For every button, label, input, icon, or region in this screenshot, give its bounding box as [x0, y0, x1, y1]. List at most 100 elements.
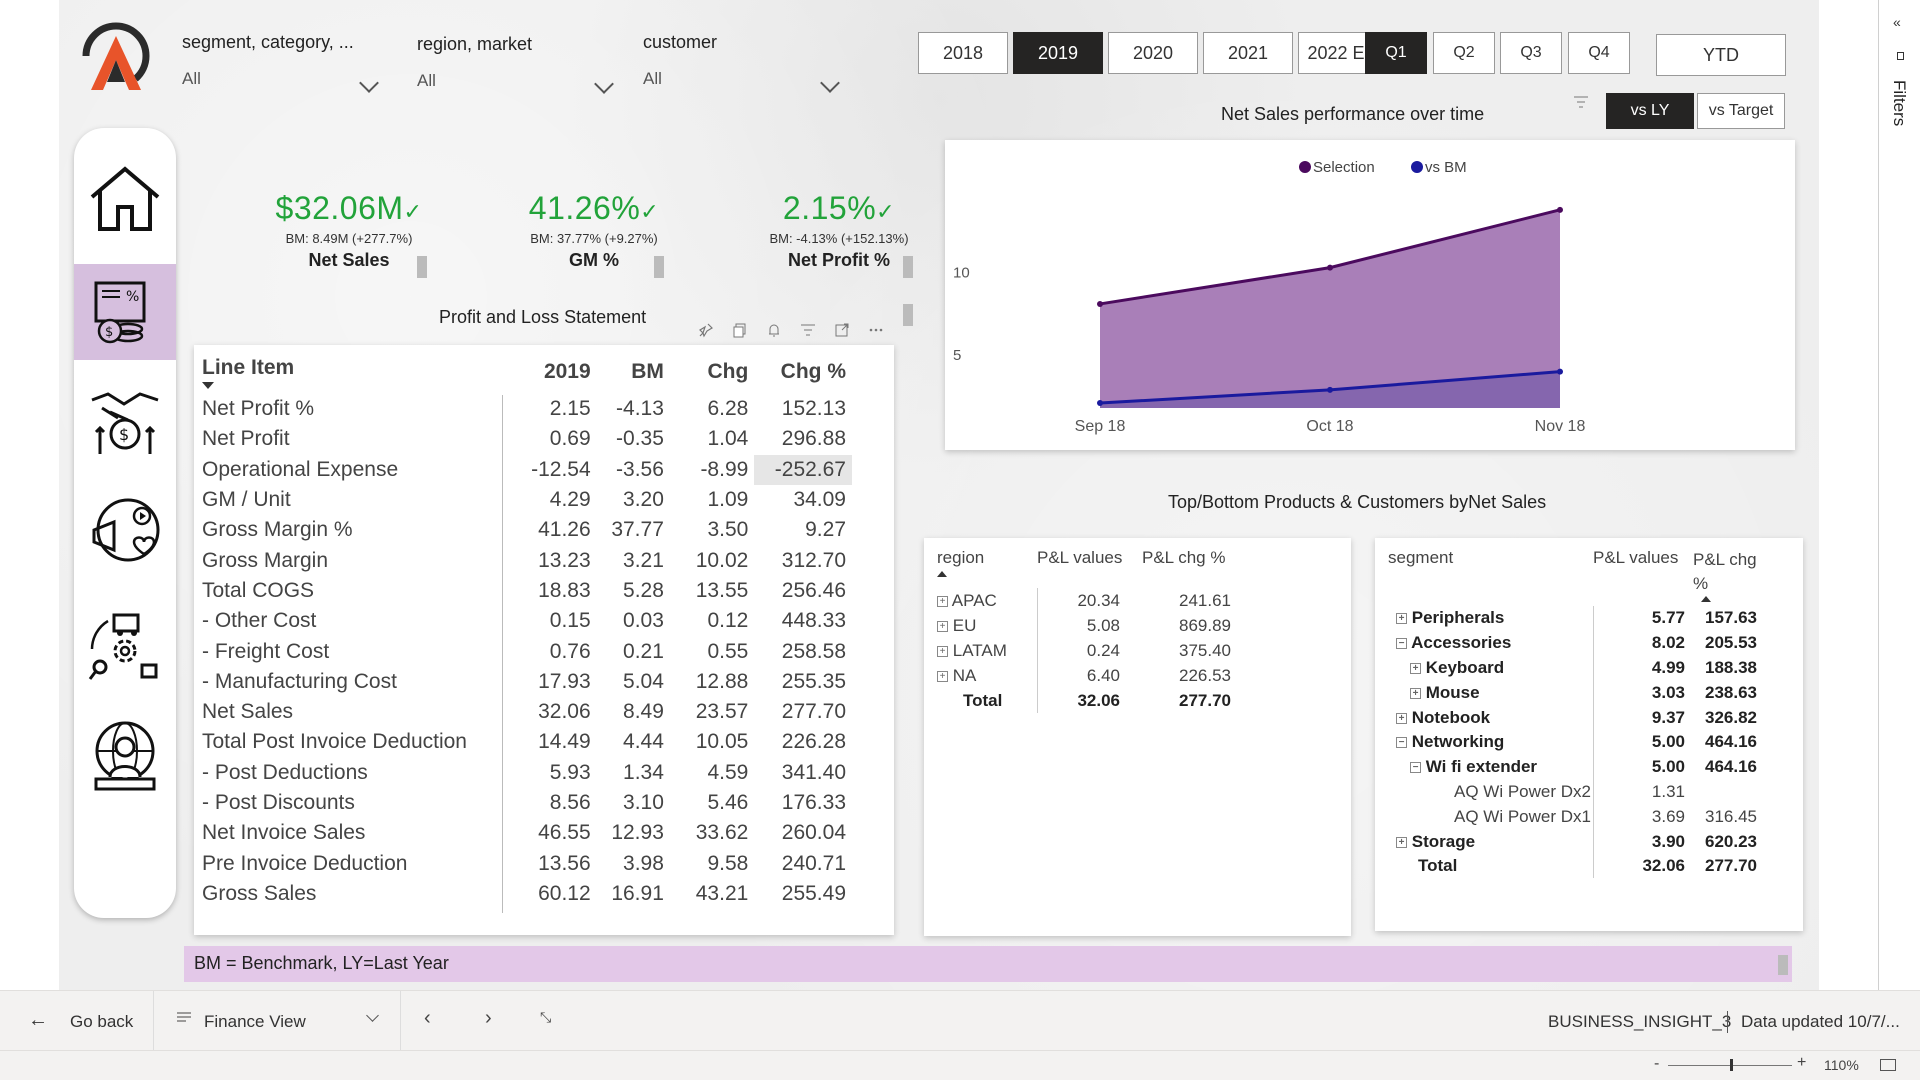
- quarter-button-q2[interactable]: Q2: [1433, 32, 1495, 74]
- chevron-down-icon[interactable]: [366, 1009, 379, 1022]
- pl-row[interactable]: - Freight Cost 0.76 0.21 0.55 258.58: [202, 636, 852, 666]
- segment-row[interactable]: + Peripherals 5.77 157.63: [1388, 606, 1763, 631]
- segment-row[interactable]: − Wi fi extender 5.00 464.16: [1388, 754, 1763, 780]
- pl-row[interactable]: - Other Cost 0.15 0.03 0.12 448.33: [202, 606, 852, 636]
- zoom-slider-thumb[interactable]: [1730, 1059, 1733, 1071]
- ytd-button[interactable]: YTD: [1656, 34, 1786, 76]
- zoom-out-icon[interactable]: -: [1654, 1055, 1659, 1073]
- collapse-icon[interactable]: −: [1410, 762, 1421, 774]
- collapse-icon[interactable]: −: [1396, 638, 1407, 650]
- pl-header-cell[interactable]: BM: [597, 350, 670, 394]
- nav-executive[interactable]: [74, 708, 176, 804]
- nav-marketing[interactable]: [74, 485, 176, 581]
- region-header-cell[interactable]: region: [937, 548, 1037, 588]
- segment-row[interactable]: − Accessories 8.02 205.53: [1388, 630, 1763, 656]
- region-header-cell[interactable]: P&L chg %: [1142, 548, 1237, 588]
- scroll-handle[interactable]: [654, 256, 664, 278]
- expand-icon[interactable]: +: [937, 670, 948, 682]
- filter-icon[interactable]: [796, 318, 820, 342]
- arrow-left-icon[interactable]: ←: [28, 1009, 48, 1032]
- chevron-down-icon[interactable]: [359, 73, 379, 93]
- pl-row[interactable]: - Post Deductions 5.93 1.34 4.59 341.40: [202, 758, 852, 788]
- pl-header-cell[interactable]: 2019: [500, 350, 597, 394]
- segment-header-cell[interactable]: segment: [1388, 548, 1593, 606]
- segment-row[interactable]: + Notebook 9.37 326.82: [1388, 705, 1763, 730]
- scroll-handle[interactable]: [903, 304, 913, 326]
- pl-row[interactable]: Gross Margin 13.23 3.21 10.02 312.70: [202, 545, 852, 575]
- pl-row[interactable]: Net Invoice Sales 46.55 12.93 33.62 260.04: [202, 818, 852, 848]
- scroll-handle[interactable]: [903, 256, 913, 278]
- vs-ly-button[interactable]: vs LY: [1606, 93, 1694, 129]
- segment-header-cell[interactable]: P&L values: [1593, 548, 1693, 606]
- zoom-in-icon[interactable]: +: [1797, 1054, 1806, 1072]
- sort-arrow-icon[interactable]: [202, 381, 214, 389]
- pl-row[interactable]: Operational Expense -12.54 -3.56 -8.99 -252.…: [202, 454, 852, 485]
- pl-row[interactable]: Net Profit % 2.15 -4.13 6.28 152.13: [202, 394, 852, 424]
- collapse-icon[interactable]: −: [1396, 737, 1407, 749]
- quarter-button-q1[interactable]: Q1: [1365, 32, 1427, 74]
- focus-mode-icon[interactable]: [830, 318, 854, 342]
- region-row[interactable]: + APAC 20.34 241.61: [937, 588, 1237, 613]
- expand-icon[interactable]: +: [1410, 663, 1421, 674]
- year-button-2021[interactable]: 2021: [1203, 32, 1293, 74]
- collapse-icon[interactable]: «: [1893, 14, 1901, 30]
- segment-row[interactable]: − Networking 5.00 464.16: [1388, 729, 1763, 755]
- pl-row[interactable]: - Post Discounts 8.56 3.10 5.46 176.33: [202, 788, 852, 818]
- slicer-customer[interactable]: customer All: [643, 32, 843, 93]
- pl-row[interactable]: Gross Sales 60.12 16.91 43.21 255.49: [202, 879, 852, 909]
- scroll-handle[interactable]: [417, 256, 427, 278]
- slicer-region[interactable]: region, market All: [417, 34, 617, 94]
- filter-icon[interactable]: [1569, 90, 1593, 114]
- pl-row[interactable]: Net Sales 32.06 8.49 23.57 277.70: [202, 697, 852, 727]
- expand-icon[interactable]: +: [937, 595, 948, 607]
- slicer-segment[interactable]: segment, category, ... All: [182, 32, 379, 93]
- expand-icon[interactable]: +: [1396, 712, 1407, 724]
- expand-icon[interactable]: +: [1396, 836, 1407, 848]
- region-row[interactable]: + LATAM 0.24 375.40: [937, 638, 1237, 663]
- expand-icon[interactable]: +: [937, 645, 948, 657]
- fit-to-page-icon[interactable]: [1880, 1059, 1896, 1071]
- page-selector[interactable]: Finance View: [204, 1012, 306, 1032]
- bell-icon[interactable]: [762, 318, 786, 342]
- previous-page-icon[interactable]: ‹: [424, 1007, 431, 1030]
- pl-row[interactable]: Pre Invoice Deduction 13.56 3.98 9.58 240.71: [202, 848, 852, 878]
- pl-header-cell[interactable]: Chg: [670, 350, 754, 394]
- year-button-2020[interactable]: 2020: [1108, 32, 1198, 74]
- expand-icon[interactable]: +: [1410, 687, 1421, 699]
- vs-target-button[interactable]: vs Target: [1697, 93, 1785, 129]
- nav-supply-chain[interactable]: [74, 598, 176, 694]
- region-row[interactable]: + NA 6.40 226.53: [937, 663, 1237, 688]
- go-back-button[interactable]: Go back: [70, 1012, 133, 1032]
- segment-row[interactable]: + Mouse 3.03 238.63: [1388, 680, 1763, 706]
- segment-row[interactable]: + Keyboard 4.99 188.38: [1388, 655, 1763, 681]
- expand-icon[interactable]: +: [937, 620, 948, 632]
- segment-row[interactable]: + Storage 3.90 620.23: [1388, 829, 1763, 854]
- region-header-cell[interactable]: P&L values: [1037, 548, 1142, 588]
- region-row[interactable]: + EU 5.08 869.89: [937, 613, 1237, 638]
- next-page-icon[interactable]: ›: [485, 1007, 492, 1030]
- segment-row[interactable]: AQ Wi Power Dx1 3.69 316.45: [1388, 804, 1763, 830]
- nav-sales[interactable]: $: [74, 373, 176, 469]
- nav-finance[interactable]: % $: [74, 264, 176, 360]
- copy-icon[interactable]: [728, 318, 752, 342]
- pl-row[interactable]: - Manufacturing Cost 17.93 5.04 12.88 255.35: [202, 667, 852, 697]
- more-options-icon[interactable]: [864, 318, 888, 342]
- pl-row[interactable]: Gross Margin % 41.26 37.77 3.50 9.27: [202, 515, 852, 545]
- pl-row[interactable]: Net Profit 0.69 -0.35 1.04 296.88: [202, 424, 852, 454]
- segment-row[interactable]: AQ Wi Power Dx2 1.31: [1388, 779, 1763, 805]
- sort-arrow-icon[interactable]: [1701, 596, 1711, 602]
- pl-header-cell[interactable]: Line Item: [202, 350, 500, 394]
- quarter-button-q3[interactable]: Q3: [1500, 32, 1562, 74]
- year-button-2019[interactable]: 2019: [1013, 32, 1103, 74]
- quarter-button-q4[interactable]: Q4: [1568, 32, 1630, 74]
- filters-pane[interactable]: « Filters: [1878, 0, 1920, 990]
- year-button-2018[interactable]: 2018: [918, 32, 1008, 74]
- expand-icon[interactable]: +: [1396, 613, 1407, 625]
- nav-home[interactable]: [74, 150, 176, 246]
- pin-icon[interactable]: [694, 318, 718, 342]
- segment-header-cell[interactable]: P&L chg %: [1693, 548, 1763, 606]
- pl-row[interactable]: GM / Unit 4.29 3.20 1.09 34.09: [202, 485, 852, 515]
- scroll-handle[interactable]: [1778, 955, 1788, 975]
- pl-row[interactable]: Total Post Invoice Deduction 14.49 4.44 10.…: [202, 727, 852, 757]
- pl-row[interactable]: Total COGS 18.83 5.28 13.55 256.46: [202, 576, 852, 606]
